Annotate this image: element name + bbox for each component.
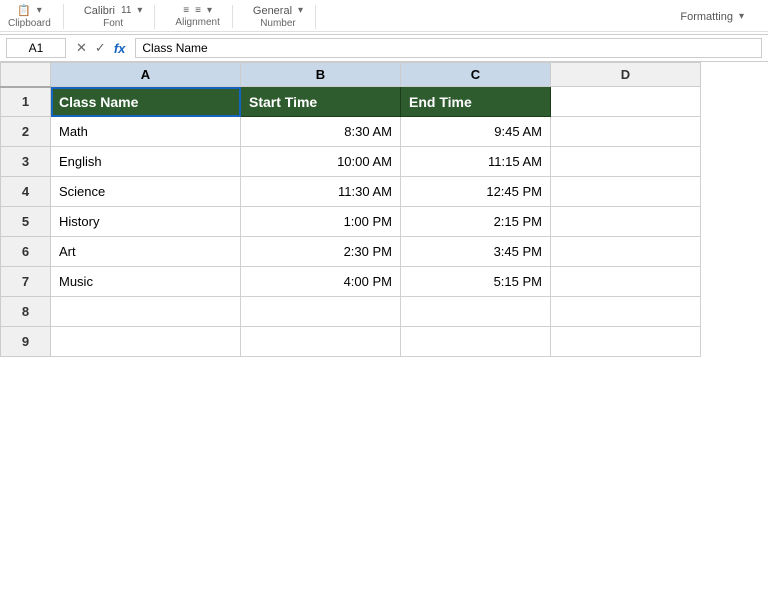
alignment-label: Alignment bbox=[175, 17, 219, 28]
cell-C6[interactable]: 3:45 PM bbox=[401, 237, 551, 267]
formula-icons: ✕ ✓ fx bbox=[70, 40, 131, 56]
col-header-B[interactable]: B bbox=[241, 63, 401, 87]
cell-B4[interactable]: 11:30 AM bbox=[241, 177, 401, 207]
formula-input[interactable] bbox=[135, 38, 762, 58]
formula-bar: ✕ ✓ fx bbox=[0, 35, 768, 62]
cell-C9[interactable] bbox=[401, 327, 551, 357]
fx-icon[interactable]: fx bbox=[112, 41, 128, 56]
table-row: 8 bbox=[1, 297, 701, 327]
cell-B2[interactable]: 8:30 AM bbox=[241, 117, 401, 147]
row-header-3[interactable]: 3 bbox=[1, 147, 51, 177]
cell-A7[interactable]: Music bbox=[51, 267, 241, 297]
table-row: 2 Math 8:30 AM 9:45 AM bbox=[1, 117, 701, 147]
corner-cell bbox=[1, 63, 51, 87]
cell-D3[interactable] bbox=[551, 147, 701, 177]
col-header-D[interactable]: D bbox=[551, 63, 701, 87]
cell-C5[interactable]: 2:15 PM bbox=[401, 207, 551, 237]
cell-A6[interactable]: Art bbox=[51, 237, 241, 267]
cell-D2[interactable] bbox=[551, 117, 701, 147]
table-row: 7 Music 4:00 PM 5:15 PM bbox=[1, 267, 701, 297]
row-header-4[interactable]: 4 bbox=[1, 177, 51, 207]
cell-B7[interactable]: 4:00 PM bbox=[241, 267, 401, 297]
cell-A8[interactable] bbox=[51, 297, 241, 327]
cell-B5[interactable]: 1:00 PM bbox=[241, 207, 401, 237]
cell-reference-input[interactable] bbox=[6, 38, 66, 58]
cell-B8[interactable] bbox=[241, 297, 401, 327]
spreadsheet-container: A B C D 1 Class Name Start Time End Time… bbox=[0, 62, 768, 357]
cell-B9[interactable] bbox=[241, 327, 401, 357]
row-header-6[interactable]: 6 bbox=[1, 237, 51, 267]
cell-A3[interactable]: English bbox=[51, 147, 241, 177]
confirm-formula-icon[interactable]: ✓ bbox=[93, 40, 108, 56]
table-row: 3 English 10:00 AM 11:15 AM bbox=[1, 147, 701, 177]
cell-D5[interactable] bbox=[551, 207, 701, 237]
cell-D6[interactable] bbox=[551, 237, 701, 267]
clipboard-group: 📋 ▾ Clipboard bbox=[8, 4, 64, 29]
table-row: 9 bbox=[1, 327, 701, 357]
row-header-1[interactable]: 1 bbox=[1, 87, 51, 117]
formatting-expand[interactable]: ▾ bbox=[739, 11, 744, 22]
table-row: 4 Science 11:30 AM 12:45 PM bbox=[1, 177, 701, 207]
alignment-expand[interactable]: ▾ bbox=[207, 5, 212, 16]
font-group: Calibri 11 ▾ Font bbox=[84, 5, 156, 29]
formatting-label-text: Formatting bbox=[680, 11, 733, 23]
row-header-9[interactable]: 9 bbox=[1, 327, 51, 357]
cell-D1[interactable] bbox=[551, 87, 701, 117]
cell-A2[interactable]: Math bbox=[51, 117, 241, 147]
table-row: 5 History 1:00 PM 2:15 PM bbox=[1, 207, 701, 237]
alignment-group: ≡ ≡ ▾ Alignment bbox=[175, 5, 232, 28]
font-size[interactable]: 11 bbox=[121, 5, 131, 16]
cell-C4[interactable]: 12:45 PM bbox=[401, 177, 551, 207]
toolbar-row: 📋 ▾ Clipboard Calibri 11 ▾ Font ≡ ≡ ▾ Al… bbox=[0, 2, 768, 32]
formatting-content: Formatting ▾ bbox=[680, 11, 744, 23]
row-header-7[interactable]: 7 bbox=[1, 267, 51, 297]
clipboard-icon: 📋 bbox=[17, 4, 31, 17]
cell-C7[interactable]: 5:15 PM bbox=[401, 267, 551, 297]
number-content: General ▾ bbox=[253, 5, 303, 17]
cell-A1[interactable]: Class Name bbox=[51, 87, 241, 117]
cancel-formula-icon[interactable]: ✕ bbox=[74, 40, 89, 56]
cell-C3[interactable]: 11:15 AM bbox=[401, 147, 551, 177]
formatting-group: Formatting ▾ bbox=[680, 11, 756, 23]
row-header-2[interactable]: 2 bbox=[1, 117, 51, 147]
col-header-A[interactable]: A bbox=[51, 63, 241, 87]
font-expand[interactable]: ▾ bbox=[137, 5, 142, 16]
cell-D8[interactable] bbox=[551, 297, 701, 327]
cell-D4[interactable] bbox=[551, 177, 701, 207]
row-header-5[interactable]: 5 bbox=[1, 207, 51, 237]
number-format[interactable]: General bbox=[253, 5, 292, 17]
font-name[interactable]: Calibri bbox=[84, 5, 115, 17]
row-header-8[interactable]: 8 bbox=[1, 297, 51, 327]
number-group: General ▾ Number bbox=[253, 5, 316, 29]
cell-A5[interactable]: History bbox=[51, 207, 241, 237]
number-expand[interactable]: ▾ bbox=[298, 5, 303, 16]
cell-C8[interactable] bbox=[401, 297, 551, 327]
cell-D9[interactable] bbox=[551, 327, 701, 357]
number-label: Number bbox=[260, 18, 296, 29]
column-header-row: A B C D bbox=[1, 63, 701, 87]
cell-B3[interactable]: 10:00 AM bbox=[241, 147, 401, 177]
clipboard-label: Clipboard bbox=[8, 18, 51, 29]
clipboard-expand[interactable]: ▾ bbox=[37, 5, 42, 16]
spreadsheet-table: A B C D 1 Class Name Start Time End Time… bbox=[0, 62, 701, 357]
cell-A4[interactable]: Science bbox=[51, 177, 241, 207]
font-content: Calibri 11 ▾ bbox=[84, 5, 143, 17]
toolbar-area: 📋 ▾ Clipboard Calibri 11 ▾ Font ≡ ≡ ▾ Al… bbox=[0, 0, 768, 35]
cell-C2[interactable]: 9:45 AM bbox=[401, 117, 551, 147]
cell-D7[interactable] bbox=[551, 267, 701, 297]
table-row: 1 Class Name Start Time End Time bbox=[1, 87, 701, 117]
alignment-content: ≡ ≡ ▾ bbox=[183, 5, 212, 16]
align-left-icon[interactable]: ≡ bbox=[183, 5, 189, 16]
cell-B6[interactable]: 2:30 PM bbox=[241, 237, 401, 267]
table-row: 6 Art 2:30 PM 3:45 PM bbox=[1, 237, 701, 267]
col-header-C[interactable]: C bbox=[401, 63, 551, 87]
cell-B1[interactable]: Start Time bbox=[241, 87, 401, 117]
clipboard-content: 📋 ▾ bbox=[17, 4, 42, 17]
align-center-icon[interactable]: ≡ bbox=[195, 5, 201, 16]
cell-A9[interactable] bbox=[51, 327, 241, 357]
font-label: Font bbox=[103, 18, 123, 29]
cell-C1[interactable]: End Time bbox=[401, 87, 551, 117]
